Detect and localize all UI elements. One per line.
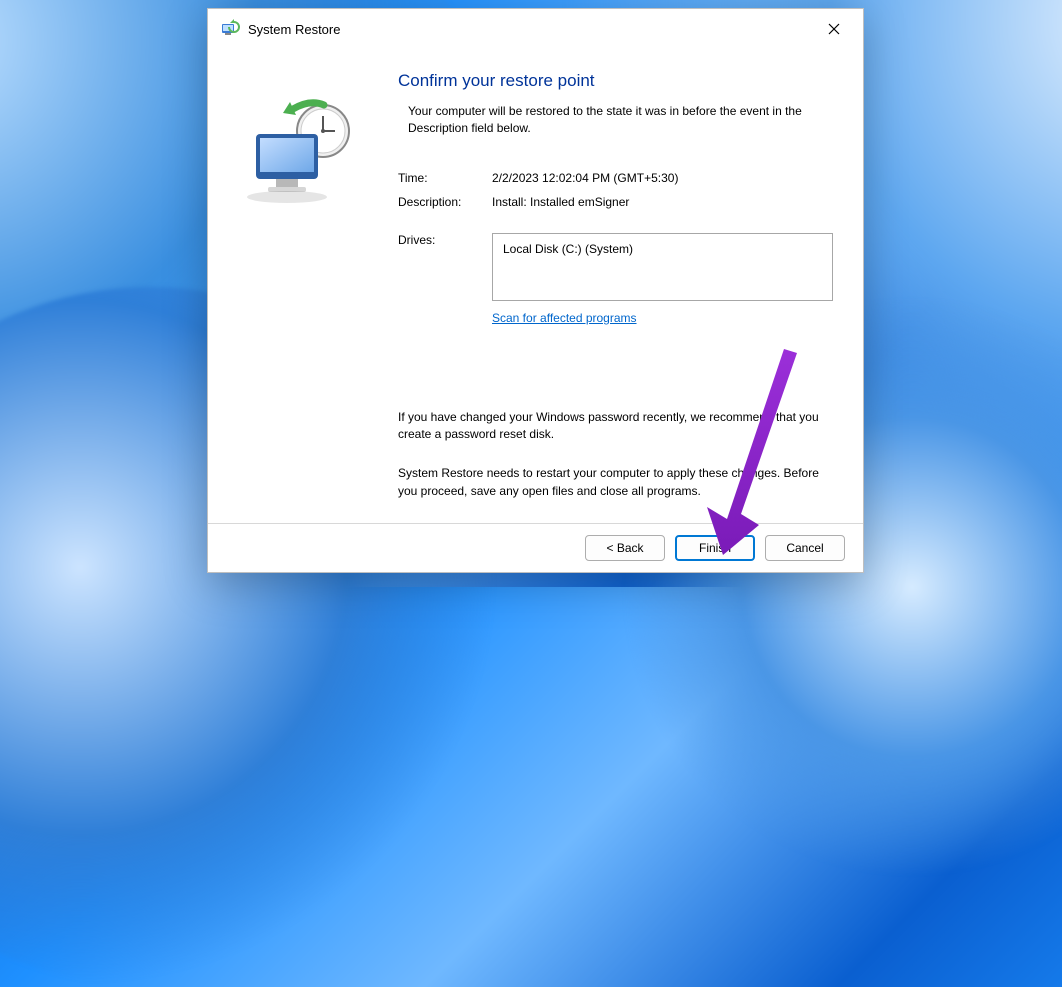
system-restore-icon — [220, 19, 240, 39]
main-panel: Confirm your restore point Your computer… — [398, 49, 863, 523]
intro-text: Your computer will be restored to the st… — [408, 103, 833, 137]
titlebar: System Restore — [208, 9, 863, 49]
cancel-button[interactable]: Cancel — [765, 535, 845, 561]
window-title: System Restore — [248, 22, 811, 37]
drives-label: Drives: — [398, 233, 492, 247]
close-button[interactable] — [811, 13, 857, 45]
dialog-content: Confirm your restore point Your computer… — [208, 49, 863, 523]
button-bar: < Back Finish Cancel — [208, 523, 863, 572]
drives-item: Local Disk (C:) (System) — [503, 242, 633, 256]
finish-button[interactable]: Finish — [675, 535, 755, 561]
scan-link-row: Scan for affected programs — [398, 311, 833, 325]
restart-note: System Restore needs to restart your com… — [398, 465, 833, 500]
drives-listbox[interactable]: Local Disk (C:) (System) — [492, 233, 833, 301]
time-row: Time: 2/2/2023 12:02:04 PM (GMT+5:30) — [398, 171, 833, 185]
side-panel — [208, 49, 398, 523]
scan-affected-programs-link[interactable]: Scan for affected programs — [492, 311, 637, 325]
description-label: Description: — [398, 195, 492, 209]
notes-block: If you have changed your Windows passwor… — [398, 409, 833, 501]
restore-illustration-icon — [238, 99, 358, 209]
back-button[interactable]: < Back — [585, 535, 665, 561]
password-note: If you have changed your Windows passwor… — [398, 409, 833, 444]
drives-row: Drives: Local Disk (C:) (System) — [398, 233, 833, 301]
close-icon — [828, 23, 840, 35]
description-value: Install: Installed emSigner — [492, 195, 833, 209]
spacer — [398, 311, 492, 325]
description-row: Description: Install: Installed emSigner — [398, 195, 833, 209]
page-heading: Confirm your restore point — [398, 71, 833, 91]
system-restore-dialog: System Restore — [207, 8, 864, 573]
time-label: Time: — [398, 171, 492, 185]
time-value: 2/2/2023 12:02:04 PM (GMT+5:30) — [492, 171, 833, 185]
